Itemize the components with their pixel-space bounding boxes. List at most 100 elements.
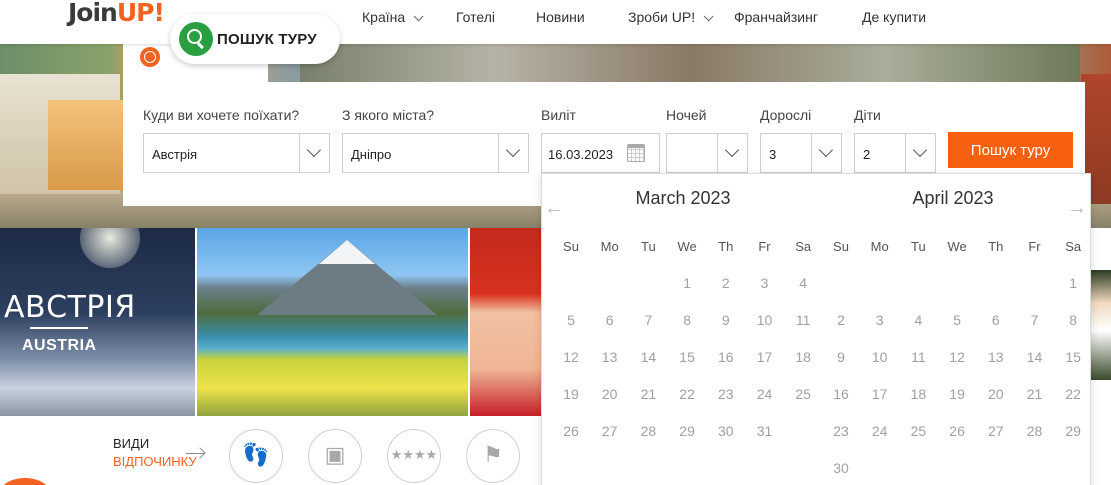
calendar-day[interactable]: 30 (706, 423, 746, 439)
calendar-day[interactable]: 15 (1053, 349, 1093, 365)
calendar-day[interactable]: 18 (898, 386, 938, 402)
weekday-header: We (947, 239, 967, 254)
destination-tile-winter[interactable] (470, 228, 542, 416)
active-category-button[interactable]: ⚑ (466, 429, 520, 483)
calendar-day[interactable]: 9 (821, 349, 861, 365)
calendar-day[interactable]: 24 (860, 423, 900, 439)
calendar-day[interactable]: 11 (898, 349, 938, 365)
calendar-day[interactable]: 16 (821, 386, 861, 402)
nights-label: Ночей (666, 107, 707, 123)
calendar-day[interactable]: 22 (667, 386, 707, 402)
chevron-down-icon (717, 134, 747, 172)
calendar-day[interactable]: 29 (667, 423, 707, 439)
calendar-day[interactable]: 25 (898, 423, 938, 439)
calendar-day[interactable]: 6 (976, 312, 1016, 328)
calendar-day[interactable]: 1 (667, 275, 707, 291)
calendar-day[interactable]: 31 (745, 423, 785, 439)
calendar-day[interactable]: 18 (783, 349, 823, 365)
calendar-day[interactable]: 21 (628, 386, 668, 402)
children-label: Діти (854, 107, 881, 123)
calendar-day[interactable]: 5 (937, 312, 977, 328)
calendar-day[interactable]: 26 (551, 423, 591, 439)
destination-tile-lake[interactable] (197, 228, 468, 416)
tile-subtitle: AUSTRIA (22, 337, 97, 354)
calendar-day[interactable]: 7 (1015, 312, 1055, 328)
calendar-day[interactable]: 28 (1015, 423, 1055, 439)
calendar-day[interactable]: 21 (1015, 386, 1055, 402)
search-tour-button[interactable]: Пошук туру (948, 132, 1073, 168)
calendar-day[interactable]: 20 (590, 386, 630, 402)
weekday-header: Mo (600, 239, 619, 254)
calendar-day[interactable]: 23 (821, 423, 861, 439)
departure-select[interactable]: Дніпро (342, 133, 529, 173)
calendar-day[interactable]: 22 (1053, 386, 1093, 402)
beach-category-button[interactable]: 👣 (229, 429, 283, 483)
children-select[interactable]: 2 (854, 133, 936, 173)
calendar-day[interactable]: 12 (937, 349, 977, 365)
calendar-day[interactable]: 27 (976, 423, 1016, 439)
calendar-day[interactable]: 4 (783, 275, 823, 291)
nav-item-news[interactable]: Новини (536, 9, 585, 25)
calendar-day[interactable]: 1 (1053, 275, 1093, 291)
calendar-day[interactable]: 28 (628, 423, 668, 439)
calendar-day[interactable]: 23 (706, 386, 746, 402)
calendar-day[interactable]: 10 (745, 312, 785, 328)
nav-item-hotels[interactable]: Готелі (456, 9, 495, 25)
calendar-day[interactable]: 2 (706, 275, 746, 291)
calendar-icon[interactable] (627, 144, 645, 162)
calendar-day[interactable]: 7 (628, 312, 668, 328)
tour-search-pill-button[interactable]: ПОШУК ТУРУ (170, 14, 340, 64)
calendar-day[interactable]: 26 (937, 423, 977, 439)
flip-flops-icon: 👣 (242, 443, 270, 468)
calendar-day[interactable]: 20 (976, 386, 1016, 402)
calendar-day[interactable]: 29 (1053, 423, 1093, 439)
shopping-category-button[interactable]: ▣ (308, 429, 362, 483)
calendar-day[interactable]: 25 (783, 386, 823, 402)
stars-category-button[interactable]: ★★★★ (387, 429, 441, 483)
calendar-day[interactable]: 5 (551, 312, 591, 328)
nav-item-franchise[interactable]: Франчайзинг (734, 9, 818, 25)
vacation-types-link[interactable]: ВІДПОЧИНКУ (113, 454, 197, 469)
calendar-day[interactable]: 30 (821, 460, 861, 476)
chat-bubble-button[interactable] (0, 478, 50, 485)
departure-date-input[interactable]: 16.03.2023 (541, 133, 660, 173)
calendar-day[interactable]: 4 (898, 312, 938, 328)
weekday-header: Sa (795, 239, 812, 254)
calendar-day[interactable]: 12 (551, 349, 591, 365)
weekday-header: Su (563, 239, 579, 254)
calendar-day[interactable]: 17 (860, 386, 900, 402)
calendar-day[interactable]: 19 (937, 386, 977, 402)
weekday-header: Sa (1065, 239, 1082, 254)
calendar-day[interactable]: 15 (667, 349, 707, 365)
calendar-day[interactable]: 8 (1053, 312, 1093, 328)
nav-item-make-up[interactable]: Зроби UP! (628, 9, 714, 25)
nights-select[interactable] (666, 133, 748, 173)
nav-item-country[interactable]: Країна (362, 9, 424, 25)
calendar-day[interactable]: 8 (667, 312, 707, 328)
calendar-day[interactable]: 27 (590, 423, 630, 439)
calendar-day[interactable]: 17 (745, 349, 785, 365)
calendar-day[interactable]: 6 (590, 312, 630, 328)
adults-select[interactable]: 3 (760, 133, 842, 173)
calendar-day[interactable]: 2 (821, 312, 861, 328)
calendar-day[interactable]: 11 (783, 312, 823, 328)
calendar-day[interactable]: 13 (976, 349, 1016, 365)
vacation-types-label: ВИДИ (113, 436, 150, 451)
mountain-shape (257, 240, 437, 315)
calendar-day[interactable]: 3 (860, 312, 900, 328)
calendar-day[interactable]: 14 (1015, 349, 1055, 365)
calendar-day[interactable]: 16 (706, 349, 746, 365)
calendar-day[interactable]: 14 (628, 349, 668, 365)
calendar-day[interactable]: 19 (551, 386, 591, 402)
weekday-header: Tu (911, 239, 926, 254)
calendar-day[interactable]: 9 (706, 312, 746, 328)
nav-item-where-to-buy[interactable]: Де купити (862, 9, 926, 25)
country-tile-austria[interactable]: АВСТРІЯ AUSTRIA (0, 228, 195, 416)
calendar-day[interactable]: 10 (860, 349, 900, 365)
calendar-day[interactable]: 3 (745, 275, 785, 291)
calendar-day[interactable]: 24 (745, 386, 785, 402)
site-logo[interactable]: JoinUP! (68, 0, 165, 27)
weekday-header: Mo (870, 239, 889, 254)
calendar-day[interactable]: 13 (590, 349, 630, 365)
destination-select[interactable]: Австрія (143, 133, 330, 173)
